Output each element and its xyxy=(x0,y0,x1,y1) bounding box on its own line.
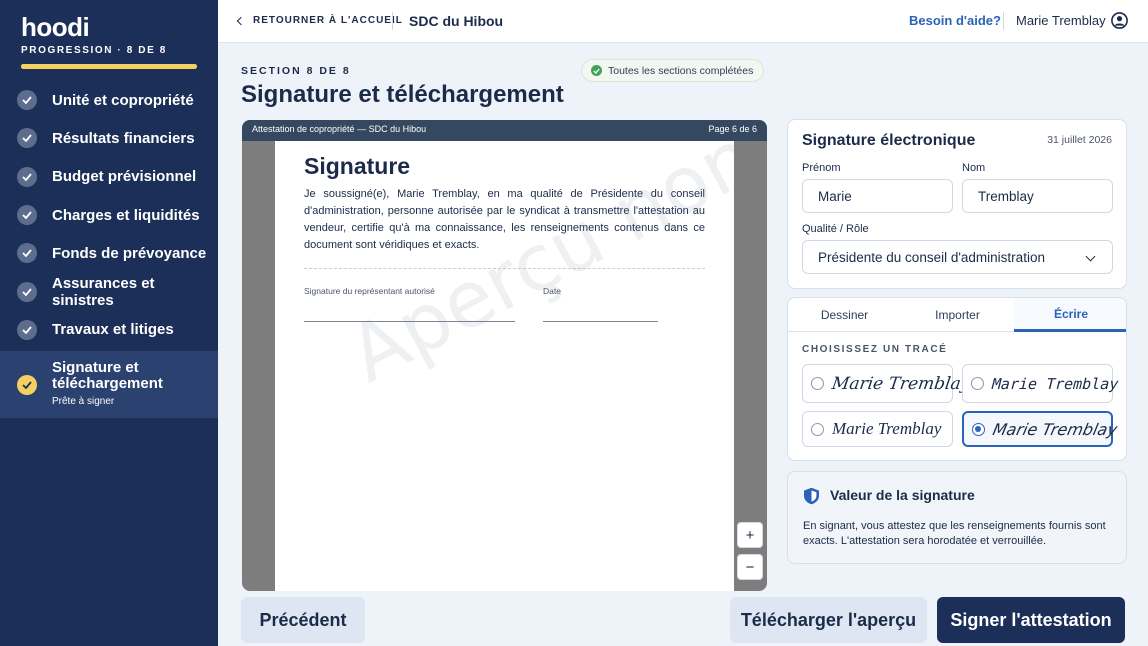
signature-style-preview: Marie Tremblay xyxy=(990,419,1120,439)
signature-value-card: Valeur de la signature En signant, vous … xyxy=(787,471,1127,564)
sidebar-item-status: Prête à signer xyxy=(52,396,115,408)
card-description: En signant, vous attestez que les rensei… xyxy=(803,520,1106,547)
sidebar-item-unite[interactable]: Unité et copropriété xyxy=(0,81,218,119)
user-account-icon[interactable] xyxy=(1111,12,1128,29)
last-name-field[interactable]: Tremblay xyxy=(962,179,1113,213)
check-circle-icon xyxy=(591,65,602,76)
user-name[interactable]: Marie Tremblay xyxy=(1016,13,1106,28)
signature-style-option[interactable]: Marie Tremblay xyxy=(802,364,972,403)
progress-bar xyxy=(21,64,197,69)
top-bar: RETOURNER À L'ACCUEIL SDC du Hibou Besoi… xyxy=(218,0,1148,43)
sidebar-item-label: Assurances et sinistres xyxy=(52,274,155,309)
page-title: Signature et téléchargement xyxy=(241,81,564,108)
signature-style-option[interactable]: Marie Tremblay xyxy=(802,411,953,447)
signature-style-option[interactable]: Marie Tremblay xyxy=(962,364,1121,403)
sidebar-item-label: Travaux et litiges xyxy=(52,321,174,339)
action-footer: Précédent Télécharger l'aperçu Signer l'… xyxy=(218,592,1148,646)
back-to-home-link[interactable]: RETOURNER À L'ACCUEIL xyxy=(236,15,403,26)
zoom-in-button[interactable]: + xyxy=(737,522,763,548)
role-label: Qualité / Rôle xyxy=(802,223,869,235)
sidebar-item-fonds[interactable]: Fonds de prévoyance xyxy=(0,234,218,272)
signature-style-preview: Marie Tremblay xyxy=(989,374,1121,393)
sidebar-item-label: Fonds de prévoyance xyxy=(52,244,207,262)
document-page: Signature Je soussigné(e), Marie Trembla… xyxy=(275,141,734,591)
shield-icon xyxy=(804,487,819,505)
signature-method-card: Dessiner Importer Écrire CHOISISSEZ UN T… xyxy=(787,297,1127,461)
back-link-label: RETOURNER À L'ACCUEIL xyxy=(253,15,403,26)
check-circle-icon xyxy=(17,128,37,149)
progress-label: PROGRESSION · 8 DE 8 xyxy=(21,45,167,56)
signature-style-preview: Marie Tremblay xyxy=(830,373,972,394)
status-badge-label: Toutes les sections complétées xyxy=(608,64,754,77)
check-circle-icon xyxy=(17,281,37,302)
tab-draw[interactable]: Dessiner xyxy=(788,298,901,332)
sidebar-item-label: Charges et liquidités xyxy=(52,206,200,224)
sign-attestation-button[interactable]: Signer l'attestation xyxy=(937,597,1125,643)
first-name-field[interactable]: Marie xyxy=(802,179,953,213)
status-badge: Toutes les sections complétées xyxy=(581,59,765,82)
radio-button[interactable] xyxy=(811,422,824,436)
document-preview[interactable]: Attestation de copropriété — SDC du Hibo… xyxy=(242,120,767,591)
signature-style-preview: Marie Tremblay xyxy=(832,419,942,438)
sidebar-item-label: Budget prévisionnel xyxy=(52,168,197,186)
page-indicator: Page 6 de 6 xyxy=(708,124,757,134)
card-title: Valeur de la signature xyxy=(830,487,975,503)
chevron-left-icon xyxy=(236,16,246,25)
zoom-out-button[interactable]: − xyxy=(737,554,763,580)
hoodi-logo[interactable]: hoodi xyxy=(21,12,90,43)
check-circle-icon xyxy=(17,166,37,187)
radio-button[interactable] xyxy=(811,377,824,390)
previous-button[interactable]: Précédent xyxy=(241,597,365,643)
sidebar-item-budget[interactable]: Budget prévisionnel xyxy=(0,158,218,196)
tab-upload[interactable]: Importer xyxy=(901,298,1014,332)
signature-method-tabs: Dessiner Importer Écrire xyxy=(788,298,1126,332)
sidebar-item-label: Résultats financiers xyxy=(52,129,195,147)
last-name-label: Nom xyxy=(962,162,986,174)
progress-bar-fill xyxy=(21,64,197,69)
first-name-label: Prénom xyxy=(802,162,841,174)
sidebar-item-charges[interactable]: Charges et liquidités xyxy=(0,196,218,234)
check-circle-icon xyxy=(17,319,37,340)
card-title: Signature électronique xyxy=(802,132,976,149)
date-line xyxy=(543,321,658,322)
download-preview-button[interactable]: Télécharger l'aperçu xyxy=(730,597,927,643)
divider xyxy=(1003,12,1004,30)
chevron-down-icon xyxy=(1085,251,1096,262)
organization-name: SDC du Hibou xyxy=(409,13,504,29)
role-select[interactable]: Présidente du conseil d'administration xyxy=(802,240,1113,274)
radio-button[interactable] xyxy=(972,422,985,436)
sidebar-item-label: Signature et téléchargement xyxy=(52,359,163,393)
tab-type[interactable]: Écrire xyxy=(1014,298,1126,332)
help-link[interactable]: Besoin d'aide? xyxy=(909,13,1001,28)
document-title: Attestation de copropriété — SDC du Hibo… xyxy=(252,124,427,134)
electronic-signature-card: Signature électronique 31 juillet 2026 P… xyxy=(787,119,1127,289)
sidebar-item-resultats[interactable]: Résultats financiers xyxy=(0,119,218,157)
radio-button[interactable] xyxy=(971,377,984,390)
signature-date: 31 juillet 2026 xyxy=(1047,134,1112,146)
section-nav: Unité et copropriété Résultats financier… xyxy=(0,81,218,419)
check-circle-icon xyxy=(17,205,37,226)
choose-style-label: CHOISISSEZ UN TRACÉ xyxy=(802,344,948,355)
document-heading: Signature xyxy=(304,153,411,179)
signature-style-option-selected[interactable]: Marie Tremblay xyxy=(962,411,1119,447)
preview-header: Attestation de copropriété — SDC du Hibo… xyxy=(242,120,767,141)
check-circle-icon xyxy=(17,90,37,111)
sidebar-item-assurances[interactable]: Assurances et sinistres xyxy=(0,272,218,310)
sidebar-item-travaux[interactable]: Travaux et litiges xyxy=(0,311,218,349)
sidebar-item-signature[interactable]: Signature et téléchargement Prête à sign… xyxy=(0,351,218,419)
divider xyxy=(392,12,393,30)
sidebar-item-label: Unité et copropriété xyxy=(52,91,194,109)
section-label: SECTION 8 DE 8 xyxy=(241,65,351,77)
sidebar: hoodi PROGRESSION · 8 DE 8 Unité et copr… xyxy=(0,0,218,646)
check-circle-icon xyxy=(17,243,37,264)
check-circle-icon xyxy=(17,374,37,395)
role-select-value: Présidente du conseil d'administration xyxy=(818,249,1045,265)
